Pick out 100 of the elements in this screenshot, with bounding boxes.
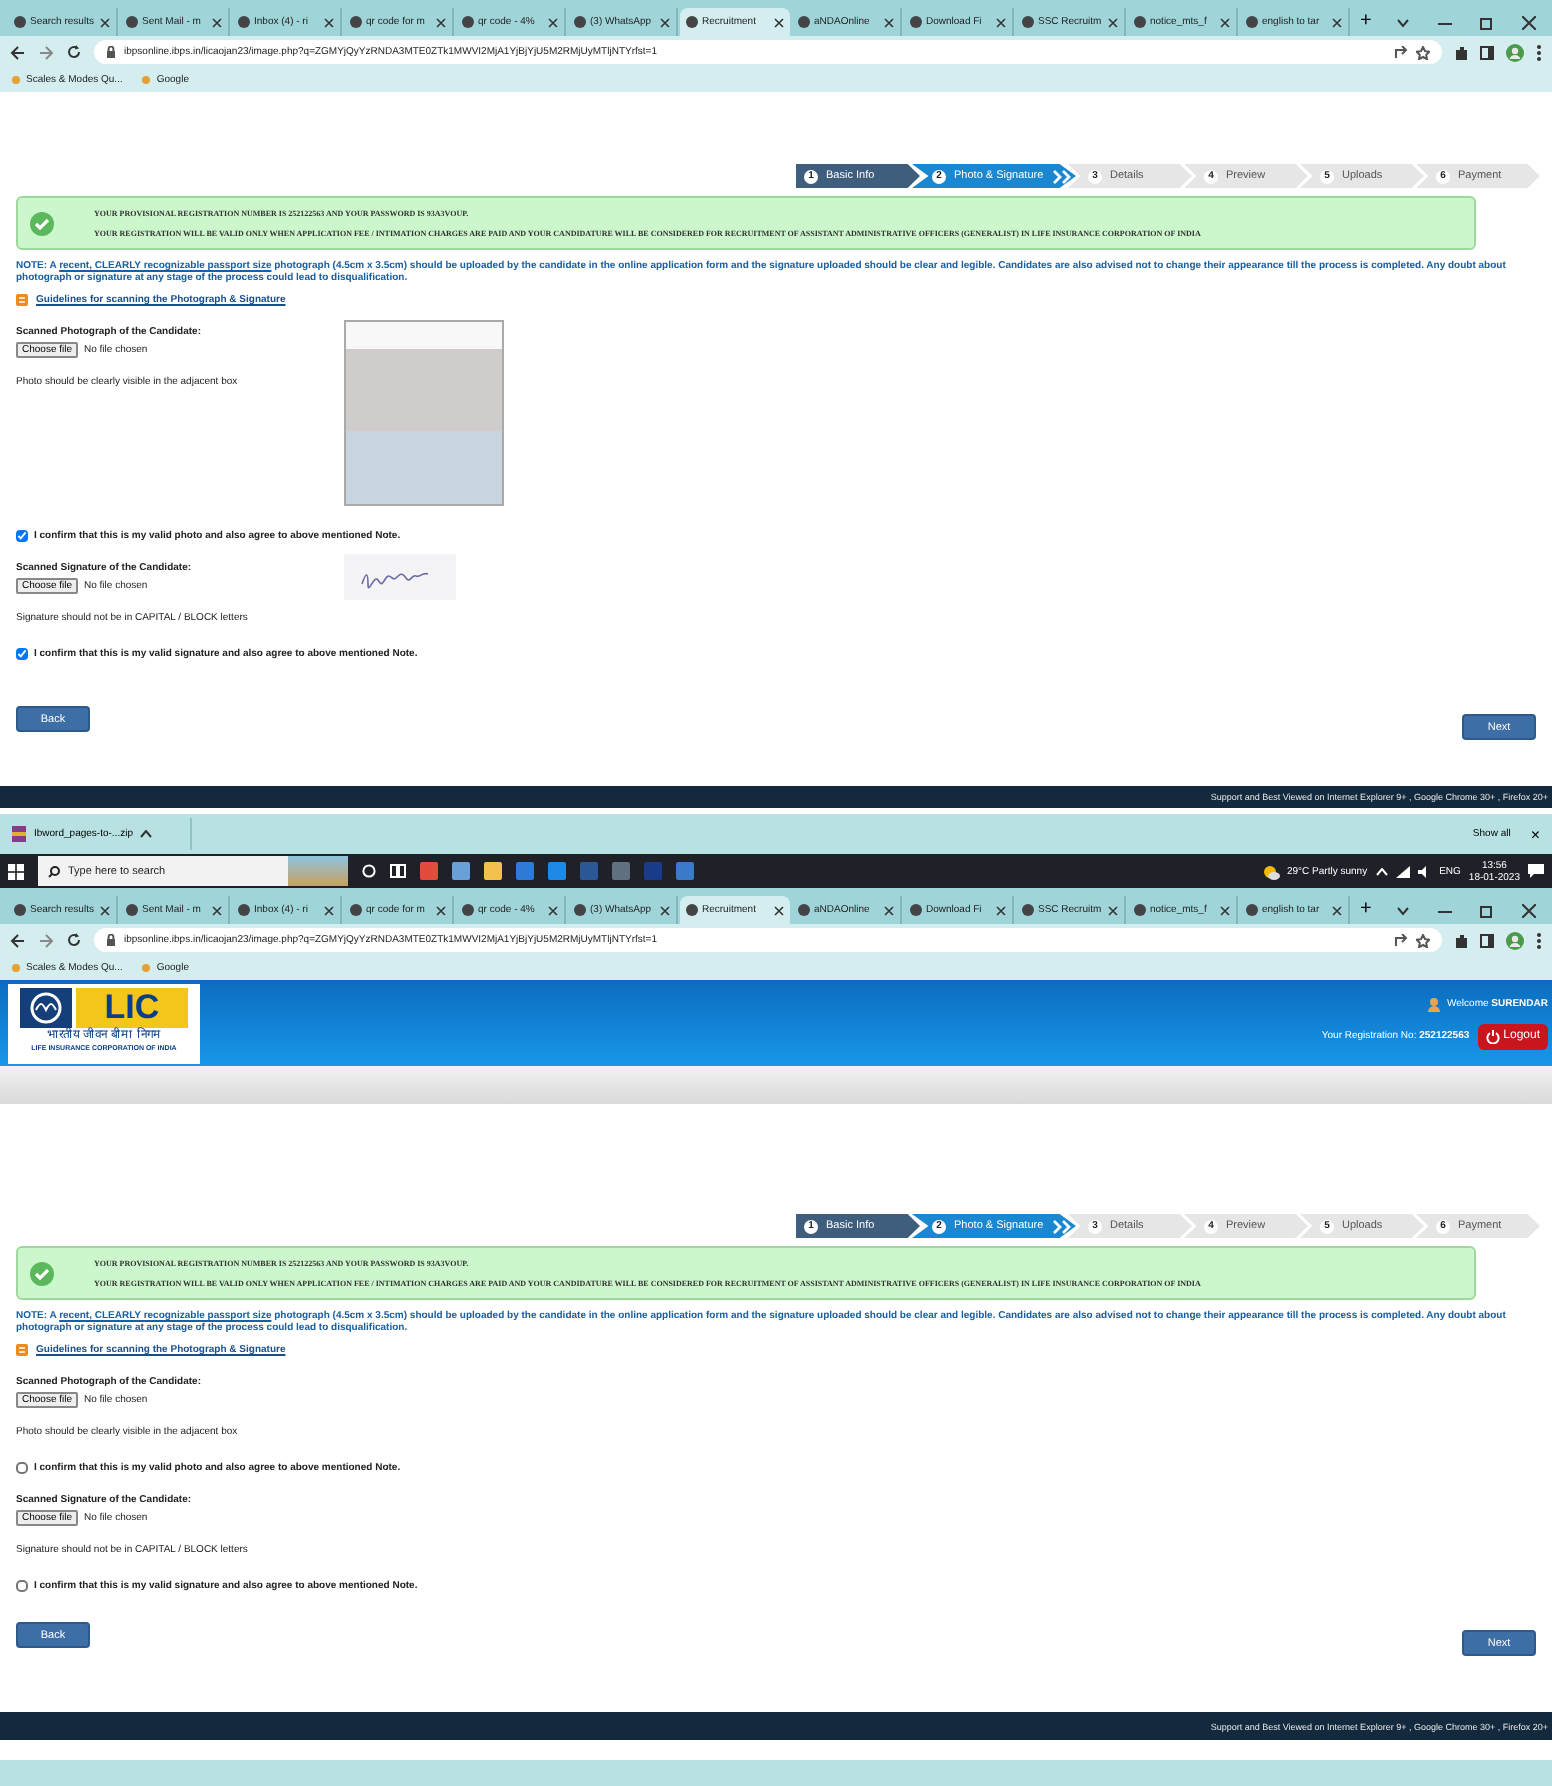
power-icon [1485,1029,1500,1043]
search-icon [48,865,60,877]
close-icon[interactable] [436,905,446,915]
user-icon [1427,997,1440,1011]
chevron-up-icon[interactable] [140,830,153,838]
close-icon[interactable] [548,905,558,915]
close-icon[interactable] [1332,17,1342,27]
reload-icon[interactable] [66,932,82,948]
document-icon [16,294,28,306]
check-icon [30,1261,54,1285]
speaker-icon[interactable] [1417,865,1432,877]
close-icon[interactable] [1108,17,1118,27]
network-icon[interactable] [1395,865,1410,877]
site-icon [910,16,922,28]
close-icon[interactable] [1220,17,1230,27]
close-icon[interactable] [1332,905,1342,915]
profile-avatar-icon[interactable] [1506,931,1524,949]
profile-avatar-icon[interactable] [1506,43,1524,61]
close-icon[interactable] [996,17,1006,27]
site-icon [1134,16,1146,28]
task-view-icon[interactable] [390,864,406,878]
star-icon[interactable] [1416,933,1430,947]
close-icon[interactable] [1220,905,1230,915]
share-icon[interactable] [1394,933,1408,947]
site-icon [1022,16,1034,28]
new-tab-button[interactable]: + [1360,12,1372,32]
lock-icon [106,934,116,946]
confirm-checkbox[interactable] [16,530,28,542]
site-icon [686,16,698,28]
site-icon [350,16,362,28]
site-icon [798,904,810,916]
site-icon [574,16,586,28]
more-menu-icon[interactable] [1536,43,1542,61]
search-highlight-drawing [288,856,348,886]
close-icon[interactable] [100,17,110,27]
confirm-checkbox[interactable] [16,1580,28,1592]
weather-sun-icon [1261,863,1279,879]
reload-icon[interactable] [66,44,82,60]
site-icon [1022,904,1034,916]
close-icon[interactable] [1522,903,1536,917]
site-icon [126,904,138,916]
sidebar-icon[interactable] [1480,45,1494,59]
restore-icon[interactable] [1480,15,1494,29]
forward-arrow-icon[interactable] [38,933,54,947]
close-icon[interactable] [100,905,110,915]
archive-icon [12,826,26,842]
site-icon [1246,16,1258,28]
close-icon[interactable] [548,17,558,27]
site-icon [910,904,922,916]
close-icon[interactable] [660,17,670,27]
circle-icon[interactable] [362,864,376,878]
close-icon[interactable] [212,17,222,27]
site-icon [798,16,810,28]
new-tab-button[interactable]: + [1360,900,1372,920]
close-icon[interactable] [774,905,784,915]
site-icon [462,16,474,28]
close-icon[interactable]: × [1530,825,1540,843]
site-icon [14,904,26,916]
back-arrow-icon[interactable] [10,933,26,947]
double-chevron-icon [1051,1219,1072,1233]
sidebar-icon[interactable] [1480,933,1494,947]
notification-icon[interactable] [1528,864,1544,878]
minimize-icon[interactable] [1438,905,1452,915]
site-icon [1246,904,1258,916]
close-icon[interactable] [1522,15,1536,29]
chevron-down-icon[interactable] [1396,905,1410,915]
close-icon[interactable] [1108,905,1118,915]
restore-icon[interactable] [1480,903,1494,917]
site-icon [126,16,138,28]
close-icon[interactable] [660,905,670,915]
close-icon[interactable] [884,905,894,915]
chevron-down-icon[interactable] [1396,17,1410,27]
share-icon[interactable] [1394,45,1408,59]
close-icon[interactable] [884,17,894,27]
logo-text: LIC [76,987,188,1027]
site-icon [350,904,362,916]
close-icon[interactable] [324,905,334,915]
double-chevron-icon [1051,169,1072,183]
confirm-checkbox[interactable] [16,1462,28,1474]
lock-icon [106,46,116,58]
site-icon [574,904,586,916]
site-icon [14,16,26,28]
close-icon[interactable] [996,905,1006,915]
site-icon [1134,904,1146,916]
star-icon[interactable] [1416,45,1430,59]
windows-logo-icon[interactable] [8,863,24,879]
site-icon [238,16,250,28]
back-arrow-icon[interactable] [10,45,26,59]
close-icon[interactable] [212,905,222,915]
site-icon [238,904,250,916]
site-icon [686,904,698,916]
check-icon [30,211,54,235]
more-menu-icon[interactable] [1536,931,1542,949]
site-icon [462,904,474,916]
minimize-icon[interactable] [1438,17,1452,27]
confirm-checkbox[interactable] [16,648,28,660]
close-icon[interactable] [324,17,334,27]
forward-arrow-icon[interactable] [38,45,54,59]
close-icon[interactable] [774,17,784,27]
close-icon[interactable] [436,17,446,27]
